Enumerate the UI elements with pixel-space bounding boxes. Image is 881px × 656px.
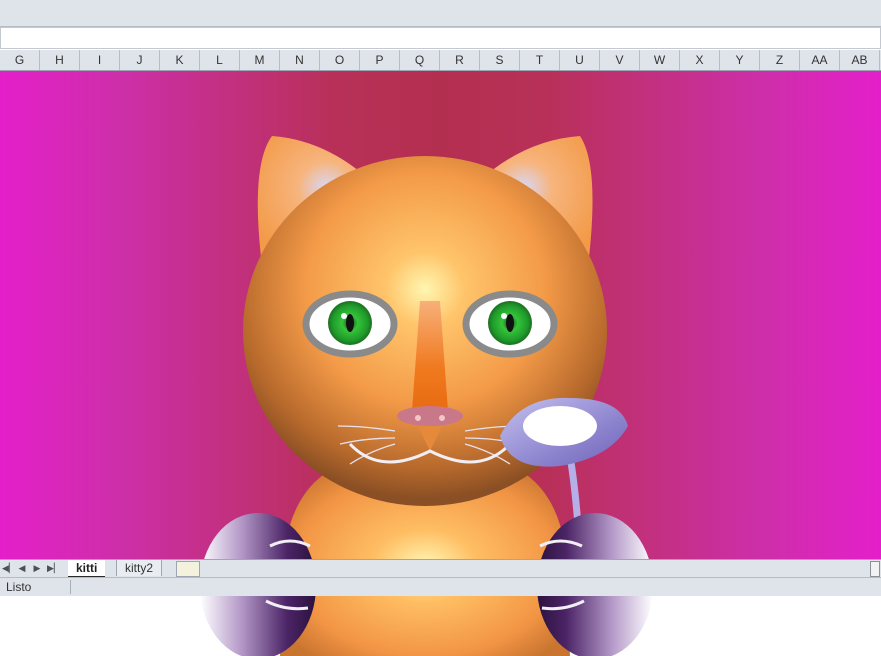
column-header-v[interactable]: V [600, 50, 640, 70]
column-header-t[interactable]: T [520, 50, 560, 70]
column-header-x[interactable]: X [680, 50, 720, 70]
sheet-navigation: ◀▏ ◀ ▶ ▶▏ [2, 560, 61, 577]
tab-kitti[interactable]: kitti [68, 560, 106, 578]
ribbon-bar [0, 0, 881, 27]
flower-stem [566, 455, 582, 527]
column-header-u[interactable]: U [560, 50, 600, 70]
column-header-h[interactable]: H [40, 50, 80, 70]
first-sheet-icon[interactable]: ◀▏ [2, 560, 16, 577]
column-header-o[interactable]: O [320, 50, 360, 70]
status-divider [70, 580, 71, 594]
status-text: Listo [6, 580, 32, 594]
column-header-z[interactable]: Z [760, 50, 800, 70]
next-sheet-icon[interactable]: ▶ [32, 560, 42, 577]
column-header-j[interactable]: J [120, 50, 160, 70]
column-header-g[interactable]: G [0, 50, 40, 70]
insert-sheet-icon[interactable] [176, 561, 200, 577]
column-header-w[interactable]: W [640, 50, 680, 70]
column-header-row: G H I J K L M N O P Q R S T U V W X Y Z AA AB [0, 50, 881, 71]
column-header-q[interactable]: Q [400, 50, 440, 70]
right-eye [462, 290, 558, 358]
nose-pad [397, 406, 463, 426]
column-header-m[interactable]: M [240, 50, 280, 70]
column-header-ab[interactable]: AB [840, 50, 880, 70]
worksheet-canvas[interactable] [0, 71, 881, 656]
left-eye [302, 290, 398, 358]
horizontal-scrollbar[interactable] [870, 561, 880, 577]
column-header-y[interactable]: Y [720, 50, 760, 70]
column-header-n[interactable]: N [280, 50, 320, 70]
formula-bar[interactable] [0, 27, 881, 49]
prev-sheet-icon[interactable]: ◀ [17, 560, 27, 577]
tab-kitty2[interactable]: kitty2 [116, 560, 163, 576]
column-header-l[interactable]: L [200, 50, 240, 70]
column-header-s[interactable]: S [480, 50, 520, 70]
column-header-r[interactable]: R [440, 50, 480, 70]
column-header-aa[interactable]: AA [800, 50, 840, 70]
last-sheet-icon[interactable]: ▶▏ [47, 560, 61, 577]
column-header-p[interactable]: P [360, 50, 400, 70]
sheet-tab-bar: ◀▏ ◀ ▶ ▶▏ kitti kitty2 [0, 559, 881, 578]
column-header-k[interactable]: K [160, 50, 200, 70]
column-header-i[interactable]: I [80, 50, 120, 70]
status-bar: Listo [0, 577, 881, 596]
